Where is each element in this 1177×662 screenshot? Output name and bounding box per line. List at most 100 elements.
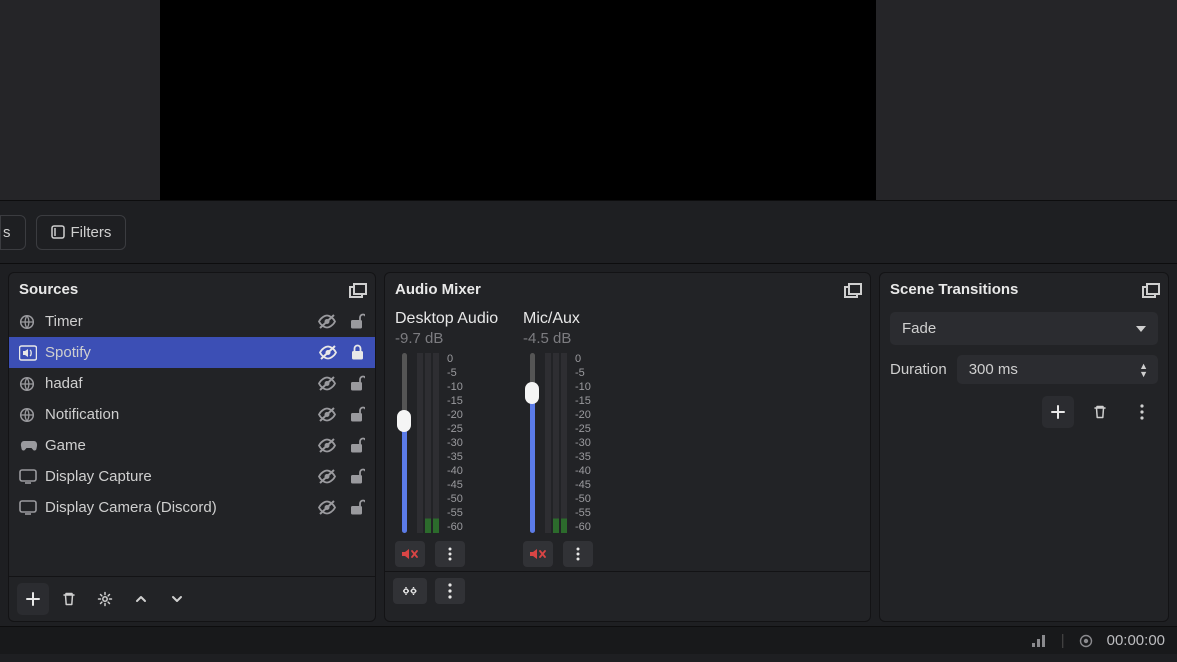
visibility-toggle[interactable] <box>317 499 337 516</box>
visibility-toggle[interactable] <box>317 406 337 423</box>
status-divider: | <box>1061 632 1065 649</box>
preview-area <box>0 0 1177 200</box>
vu-meter <box>417 353 439 533</box>
trash-icon <box>1092 404 1108 420</box>
visibility-toggle[interactable] <box>317 437 337 454</box>
mixer-menu-button[interactable] <box>435 578 465 604</box>
status-time: 00:00:00 <box>1107 632 1165 649</box>
volume-slider[interactable] <box>395 353 413 533</box>
trash-icon <box>61 591 77 607</box>
lock-toggle[interactable] <box>350 344 365 361</box>
mixer-toolbar <box>385 571 870 610</box>
channel-name: Mic/Aux <box>523 310 639 328</box>
visibility-toggle[interactable] <box>317 375 337 392</box>
speaker-icon <box>19 345 39 361</box>
status-bar: | 00:00:00 <box>0 626 1177 654</box>
dots-vertical-icon <box>448 583 452 599</box>
plus-icon <box>25 591 41 607</box>
visibility-toggle[interactable] <box>318 344 338 361</box>
remove-transition-button[interactable] <box>1084 396 1116 428</box>
channel-menu-button[interactable] <box>563 541 593 567</box>
globe-icon <box>19 314 39 330</box>
source-item[interactable]: Display Capture <box>9 461 375 492</box>
channel-menu-button[interactable] <box>435 541 465 567</box>
lock-toggle[interactable] <box>349 313 365 330</box>
source-label: Spotify <box>45 344 312 361</box>
source-label: Display Camera (Discord) <box>45 499 311 516</box>
chevron-up-icon <box>134 592 148 606</box>
move-source-down-button[interactable] <box>161 583 193 615</box>
preview-canvas[interactable] <box>160 0 876 200</box>
transitions-panel: Scene Transitions Fade Duration 300 ms ▲… <box>879 272 1169 622</box>
move-source-up-button[interactable] <box>125 583 157 615</box>
transition-menu-button[interactable] <box>1126 396 1158 428</box>
gamepad-icon <box>19 439 39 453</box>
source-item[interactable]: Spotify <box>9 337 375 368</box>
audio-mixer-panel: Audio Mixer Desktop Audio-9.7 dB0-5-10-1… <box>384 272 871 622</box>
duration-input[interactable]: 300 ms ▲▼ <box>957 355 1158 384</box>
sources-panel-header: Sources <box>9 273 375 306</box>
audio-mixer-header: Audio Mixer <box>385 273 870 306</box>
dock-icon[interactable] <box>844 283 860 297</box>
speaker-mute-icon <box>401 547 419 561</box>
lock-toggle[interactable] <box>349 499 365 516</box>
dots-vertical-icon <box>448 547 452 561</box>
transition-selected-label: Fade <box>902 320 936 337</box>
duration-value: 300 ms <box>969 361 1018 378</box>
source-properties-button[interactable] <box>89 583 121 615</box>
audio-mixer-title: Audio Mixer <box>395 281 481 298</box>
display-icon <box>19 500 39 515</box>
sources-toolbar <box>9 576 375 621</box>
signal-icon[interactable] <box>1031 634 1047 648</box>
visibility-toggle[interactable] <box>317 313 337 330</box>
source-label: Display Capture <box>45 468 311 485</box>
transition-select[interactable]: Fade <box>890 312 1158 345</box>
properties-button-partial[interactable]: s <box>0 215 26 250</box>
duration-label: Duration <box>890 361 947 378</box>
transitions-body: Fade Duration 300 ms ▲▼ <box>880 306 1168 434</box>
properties-toolbar: s Filters <box>0 200 1177 264</box>
dock-panels-row: Sources Timer Spotify hadaf Notification Gam… <box>0 264 1177 626</box>
dock-icon[interactable] <box>1142 283 1158 297</box>
display-icon <box>19 469 39 484</box>
gears-icon <box>401 584 419 598</box>
sources-panel: Sources Timer Spotify hadaf Notification Gam… <box>8 272 376 622</box>
lock-toggle[interactable] <box>349 406 365 423</box>
gear-icon <box>97 591 113 607</box>
source-item[interactable]: Notification <box>9 399 375 430</box>
mixer-body: Desktop Audio-9.7 dB0-5-10-15-20-25-30-3… <box>385 306 870 571</box>
lock-toggle[interactable] <box>349 375 365 392</box>
mute-button[interactable] <box>395 541 425 567</box>
triangle-down-icon <box>1136 326 1146 332</box>
vu-meter <box>545 353 567 533</box>
record-icon[interactable] <box>1079 634 1093 648</box>
db-scale: 0-5-10-15-20-25-30-35-40-45-50-55-60 <box>571 353 591 533</box>
speaker-mute-icon <box>529 547 547 561</box>
source-label: Notification <box>45 406 311 423</box>
spinner-arrows[interactable]: ▲▼ <box>1139 362 1148 378</box>
filters-button-label: Filters <box>71 224 112 241</box>
volume-slider[interactable] <box>523 353 541 533</box>
source-label: Game <box>45 437 311 454</box>
properties-button-label: s <box>3 224 11 241</box>
sources-title: Sources <box>19 281 78 298</box>
channel-db: -4.5 dB <box>523 330 639 347</box>
source-item[interactable]: Display Camera (Discord) <box>9 492 375 523</box>
channel-db: -9.7 dB <box>395 330 511 347</box>
mute-button[interactable] <box>523 541 553 567</box>
sources-list: Timer Spotify hadaf Notification Game Display… <box>9 306 375 576</box>
remove-source-button[interactable] <box>53 583 85 615</box>
lock-toggle[interactable] <box>349 437 365 454</box>
globe-icon <box>19 407 39 423</box>
visibility-toggle[interactable] <box>317 468 337 485</box>
transitions-toolbar <box>890 396 1158 428</box>
filters-button[interactable]: Filters <box>36 215 127 250</box>
add-source-button[interactable] <box>17 583 49 615</box>
mixer-settings-button[interactable] <box>393 578 427 604</box>
lock-toggle[interactable] <box>349 468 365 485</box>
source-item[interactable]: hadaf <box>9 368 375 399</box>
add-transition-button[interactable] <box>1042 396 1074 428</box>
dock-icon[interactable] <box>349 283 365 297</box>
source-item[interactable]: Timer <box>9 306 375 337</box>
source-item[interactable]: Game <box>9 430 375 461</box>
